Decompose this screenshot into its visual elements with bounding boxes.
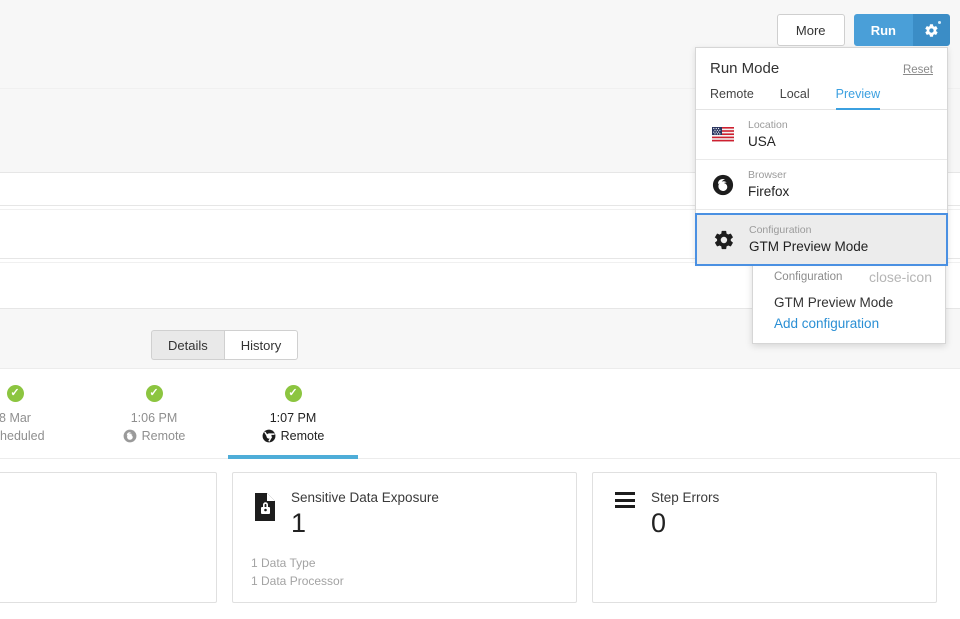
metric-card-validations[interactable]: alidations <box>0 472 217 603</box>
tab-details[interactable]: Details <box>151 330 224 360</box>
validations-card-top: alidations <box>0 490 198 509</box>
gear-icon <box>711 229 737 251</box>
lines-icon <box>611 490 639 508</box>
location-label: Location <box>748 119 788 132</box>
run-timeline: ✓ 8 Mar Scheduled ✓ 1:06 PM Remote ✓ 1:0… <box>0 368 960 460</box>
tab-remote[interactable]: Remote <box>710 87 754 110</box>
chrome-icon <box>262 429 276 443</box>
timeline-step-1[interactable]: ✓ 8 Mar Scheduled <box>0 385 80 443</box>
top-action-bar: More Run <box>777 14 950 46</box>
run-button[interactable]: Run <box>854 14 913 46</box>
gear-glyph <box>713 229 735 251</box>
timeline-step-1-sub: Scheduled <box>0 429 45 443</box>
step-errors-card-title: Step Errors <box>651 490 719 506</box>
check-circle-icon: ✓ <box>146 385 163 402</box>
configuration-popup-header: Configuration close-icon <box>753 270 945 292</box>
sensitive-data-meta-line-1: 1 Data Type <box>251 554 558 573</box>
timeline-step-3[interactable]: ✓ 1:07 PM Remote <box>228 385 358 443</box>
gear-icon <box>924 23 939 38</box>
configuration-text: Configuration GTM Preview Mode <box>749 224 868 255</box>
document-lock-icon <box>251 490 279 522</box>
tab-preview[interactable]: Preview <box>836 87 880 110</box>
run-mode-reset-link[interactable]: Reset <box>903 64 933 76</box>
lines-glyph <box>615 492 635 508</box>
sensitive-data-meta-line-2: 1 Data Processor <box>251 572 558 591</box>
step-errors-card-value: 0 <box>651 509 719 537</box>
timeline-step-2[interactable]: ✓ 1:06 PM Remote <box>89 385 219 443</box>
run-mode-header: Run Mode Reset <box>696 48 947 87</box>
document-lock-glyph <box>253 492 277 522</box>
timeline-active-indicator <box>228 455 358 459</box>
timeline-step-1-sub-label: Scheduled <box>0 429 45 443</box>
timeline-baseline <box>0 458 960 459</box>
location-text: Location USA <box>748 119 788 150</box>
browser-text: Browser Firefox <box>748 169 789 200</box>
run-mode-panel: Run Mode Reset Remote Local Preview <box>695 47 948 261</box>
timeline-step-3-sub: Remote <box>262 429 325 443</box>
content-tabs: Details History <box>151 330 298 360</box>
sensitive-data-card-text: Sensitive Data Exposure 1 <box>291 490 439 538</box>
gear-badge-dot <box>938 21 941 24</box>
tab-local[interactable]: Local <box>780 87 810 110</box>
firefox-icon <box>710 174 736 196</box>
run-mode-row-browser[interactable]: Browser Firefox <box>696 160 947 210</box>
sensitive-data-card-title: Sensitive Data Exposure <box>291 490 439 506</box>
sensitive-data-card-meta: 1 Data Type 1 Data Processor <box>251 554 558 591</box>
timeline-step-3-time: 1:07 PM <box>270 411 317 425</box>
check-circle-icon: ✓ <box>7 385 24 402</box>
configuration-popup-title: Configuration <box>774 271 842 283</box>
run-mode-tabs: Remote Local Preview <box>696 87 947 110</box>
tab-history[interactable]: History <box>224 330 298 360</box>
browser-label: Browser <box>748 169 789 182</box>
us-flag-icon <box>710 127 736 142</box>
run-mode-row-configuration[interactable]: Configuration GTM Preview Mode <box>695 213 948 266</box>
firefox-glyph <box>712 174 734 196</box>
metric-card-step-errors[interactable]: Step Errors 0 <box>592 472 937 603</box>
location-value: USA <box>748 133 788 151</box>
metric-cards: alidations Sensitive Data Expos <box>0 472 937 603</box>
configuration-value: GTM Preview Mode <box>749 238 868 256</box>
metric-card-sensitive-data-exposure[interactable]: Sensitive Data Exposure 1 1 Data Type 1 … <box>232 472 577 603</box>
more-button[interactable]: More <box>777 14 845 46</box>
add-configuration-link[interactable]: Add configuration <box>753 316 945 331</box>
configuration-option-gtm-preview-mode[interactable]: GTM Preview Mode <box>753 292 945 316</box>
sensitive-data-card-top: Sensitive Data Exposure 1 <box>251 490 558 538</box>
sensitive-data-card-value: 1 <box>291 509 439 537</box>
firefox-icon <box>123 429 137 443</box>
timeline-step-2-sub-label: Remote <box>142 429 186 443</box>
configuration-label: Configuration <box>749 224 868 237</box>
timeline-step-2-time: 1:06 PM <box>131 411 178 425</box>
browser-value: Firefox <box>748 183 789 201</box>
check-circle-icon: ✓ <box>285 385 302 402</box>
run-mode-title: Run Mode <box>710 60 779 77</box>
step-errors-card-text: Step Errors 0 <box>651 490 719 538</box>
step-errors-card-top: Step Errors 0 <box>611 490 918 538</box>
timeline-step-2-sub: Remote <box>123 429 186 443</box>
timeline-step-1-time: 8 Mar <box>0 411 31 425</box>
timeline-step-3-sub-label: Remote <box>281 429 325 443</box>
run-settings-gear-button[interactable] <box>913 14 950 46</box>
run-mode-row-location[interactable]: Location USA <box>696 110 947 160</box>
configuration-popup: Configuration close-icon GTM Preview Mod… <box>752 259 946 344</box>
us-flag-glyph <box>712 127 734 142</box>
close-icon[interactable]: close-icon <box>869 270 932 284</box>
app-root: More Run Run Mode Reset Remote Local Pre… <box>0 0 960 619</box>
